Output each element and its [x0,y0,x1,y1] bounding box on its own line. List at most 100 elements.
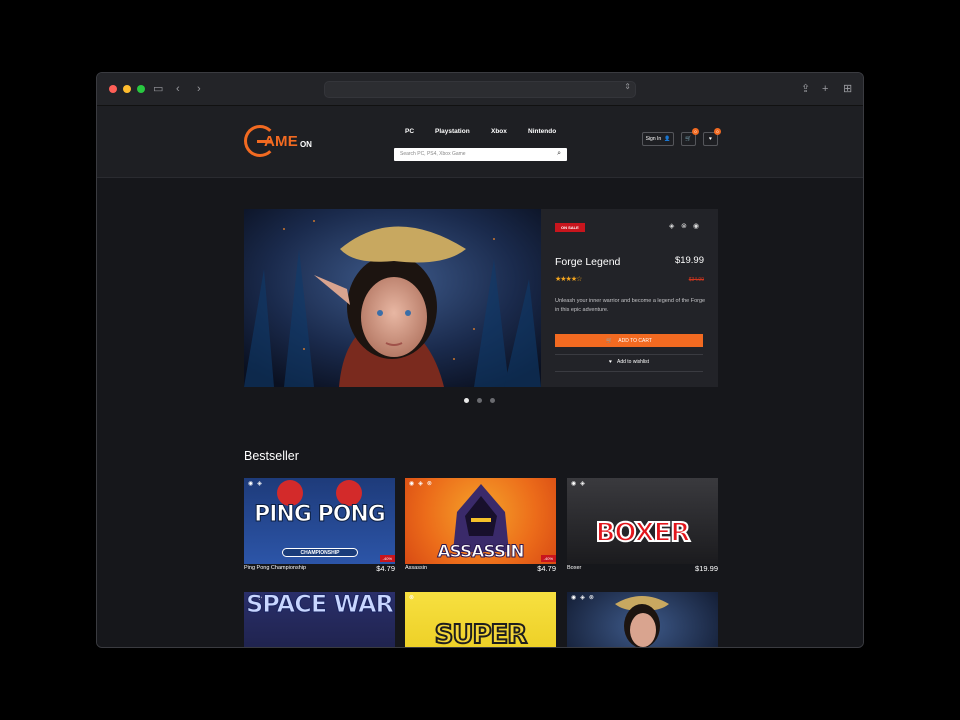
product-card[interactable]: ◉ ◈ PING PONG CHAMPIONSHIP -40% Ping Pong… [244,478,395,573]
product-description: Unleash your inner warrior and become a … [555,298,706,313]
wishlist-button[interactable]: ♥ 0 [703,128,721,146]
reload-icon[interactable]: ⇕ [624,82,631,91]
new-tab-icon[interactable]: + [822,82,828,96]
nav-link-xbox[interactable]: Xbox [491,128,507,135]
product-name[interactable]: Assassin [405,565,556,571]
product-thumbnail[interactable]: ◉ ◈ ⊗ ASSASSIN -40% [405,478,556,564]
search-icon[interactable]: ⌕ [557,150,561,158]
playstation-icon: ◈ [418,481,423,487]
on-sale-badge: ON SALE [555,223,585,232]
steam-icon: ◉ [693,223,700,230]
xbox-icon: ⊗ [426,481,432,487]
maximize-window-button[interactable] [137,85,145,93]
playstation-icon: ◈ [669,223,675,230]
carousel-dot-2[interactable] [477,398,482,403]
site-logo[interactable]: AME ON [244,124,312,158]
sign-in-label: Sign In [645,136,662,142]
xbox-icon: ⊗ [588,595,594,601]
add-to-wishlist-button[interactable]: ♥ Add to wishlist [555,359,703,365]
cart-count-badge: 0 [692,128,699,135]
hero-product-card: ON SALE ◈ ⊗ ◉ Forge Legend $19.99 ★★★★☆ … [541,209,718,387]
game-logo-text: BOXER [595,517,692,549]
platform-icons: ◉ ◈ ⊗ [409,480,432,487]
heart-icon: ♥ [609,359,612,365]
product-card[interactable]: ◉ ◈ ⊗ [567,592,718,647]
logo-mark [244,125,276,157]
elf-portrait-illustration [244,209,541,387]
heart-icon: ♥ [709,136,712,142]
divider [555,354,703,355]
search-placeholder: Search PC, PS4, Xbox Game [400,151,466,157]
product-thumbnail[interactable]: ◉ ◈ ⊗ [567,592,718,647]
sidebar-toggle-icon[interactable]: ▭ [153,82,163,96]
playstation-icon: ◈ [580,595,585,601]
browser-window: ▭ ‹ › ⇕ ⇪ + ⊞ AME ON PC Playstation Xbox… [96,72,864,648]
discount-badge: -40% [379,555,395,562]
product-thumbnail[interactable]: ◉ ◈ BOXER [567,478,718,564]
steam-icon: ◉ [248,481,254,487]
product-card[interactable]: ⊗ SUPER [405,592,556,648]
user-icon: 👤 [664,136,671,142]
playstation-icon: ◈ [580,481,585,487]
product-price: $19.99 [695,564,718,573]
carousel-pagination [464,398,495,403]
steam-icon: ◉ [571,481,577,487]
xbox-icon: ⊗ [409,595,415,601]
game-logo-text: ASSASSIN [437,542,525,563]
add-to-wishlist-label: Add to wishlist [617,359,649,365]
search-input[interactable]: Search PC, PS4, Xbox Game ⌕ [394,148,567,161]
site-header: AME ON PC Playstation Xbox Nintendo Sear… [97,106,863,178]
original-price: $34.99 [688,277,704,283]
carousel-dot-3[interactable] [490,398,495,403]
webpage: AME ON PC Playstation Xbox Nintendo Sear… [97,106,863,648]
rating-stars: ★★★★☆ [555,276,582,283]
cart-icon: 🛒 [685,136,692,142]
product-name[interactable]: Ping Pong Championship [244,565,395,571]
product-thumbnail[interactable]: ◉ ◈ PING PONG CHAMPIONSHIP -40% [244,478,395,564]
hero-banner: ON SALE ◈ ⊗ ◉ Forge Legend $19.99 ★★★★☆ … [244,209,718,387]
minimize-window-button[interactable] [123,85,131,93]
divider [555,371,703,372]
game-logo-text: SUPER [434,619,529,648]
address-bar[interactable]: ⇕ [324,81,636,98]
product-thumbnail[interactable]: ◉ ◈ SPACE WAR [244,592,395,647]
nav-link-nintendo[interactable]: Nintendo [528,128,556,135]
product-title[interactable]: Forge Legend [555,256,620,268]
platform-icons: ⊗ [409,594,414,601]
discount-badge: -40% [540,555,556,562]
nav-link-pc[interactable]: PC [405,128,414,135]
add-to-cart-button[interactable]: 🛒 ADD TO CART [555,334,703,347]
product-price: $19.99 [674,255,704,266]
sign-in-button[interactable]: Sign In 👤 [642,132,674,146]
product-price: $4.79 [376,564,395,573]
game-logo-text: PING PONG [254,502,387,528]
hero-image[interactable] [244,209,541,387]
cart-button[interactable]: 🛒 0 [681,128,699,146]
product-thumbnail[interactable]: ⊗ SUPER [405,592,556,648]
platform-icons: ◉ ◈ [248,480,262,487]
product-price: $4.79 [537,564,556,573]
cart-icon: 🛒 [606,337,613,344]
nav-link-playstation[interactable]: Playstation [435,128,470,135]
carousel-dot-1[interactable] [464,398,469,403]
section-heading: Bestseller [244,449,299,463]
platform-icons: ◉ ◈ ⊗ [571,594,594,601]
tab-overview-icon[interactable]: ⊞ [843,82,852,96]
close-window-button[interactable] [109,85,117,93]
product-card[interactable]: ◉ ◈ BOXER Boxer $19.99 [567,478,718,573]
game-logo-text: SPACE WAR [245,592,394,618]
steam-icon: ◉ [409,481,415,487]
wishlist-count-badge: 0 [714,128,721,135]
elf-portrait-illustration [615,596,669,647]
playstation-icon: ◈ [257,481,262,487]
product-card[interactable]: ◉ ◈ ⊗ ASSASSIN -40% Assassin $4.79 [405,478,556,573]
logo-suffix: ON [299,139,312,149]
window-controls [109,85,145,93]
browser-toolbar: ▭ ‹ › ⇕ ⇪ + ⊞ [97,73,863,106]
forward-icon[interactable]: › [197,82,201,96]
game-logo-subtitle: CHAMPIONSHIP [282,548,358,557]
back-icon[interactable]: ‹ [176,82,180,96]
share-icon[interactable]: ⇪ [801,82,810,96]
product-card[interactable]: ◉ ◈ SPACE WAR [244,592,395,647]
platform-icons: ◉ ◈ [571,480,585,487]
